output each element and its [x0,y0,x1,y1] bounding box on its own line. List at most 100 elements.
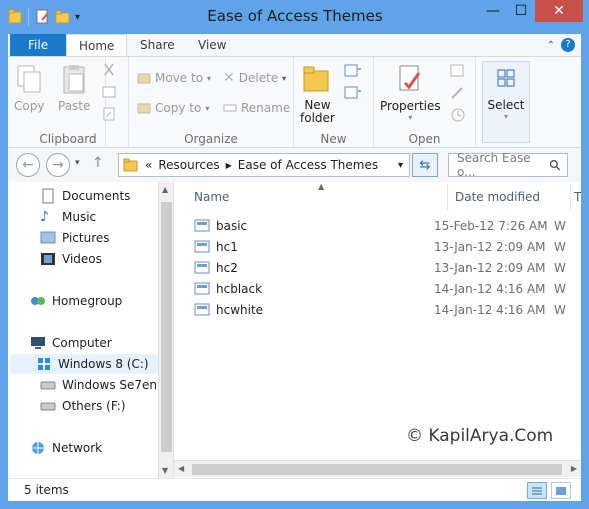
expand-ribbon-icon[interactable]: ⌃ [547,40,555,51]
file-name: hcwhite [216,303,264,317]
new-folder-button[interactable]: New folder [300,63,335,125]
open-icon[interactable] [450,63,466,79]
scroll-down-icon[interactable]: ▼ [162,466,168,475]
nav-pictures[interactable]: Pictures [40,228,110,248]
horizontal-scrollbar[interactable]: ◀ ▶ [174,460,581,477]
tab-home[interactable]: Home [66,34,128,57]
search-input[interactable]: Search Ease o... [448,151,568,179]
nav-drive-f[interactable]: Others (F:) [40,396,126,416]
qat-dropdown-icon[interactable]: ▾ [75,12,80,23]
theme-file-icon [194,261,210,274]
scroll-up-icon[interactable]: ▲ [162,185,168,194]
search-placeholder: Search Ease o... [457,151,531,179]
details-view-icon [532,487,542,494]
column-separator[interactable] [447,184,448,210]
large-icons-view-button[interactable] [551,482,571,499]
refresh-button[interactable]: ⇆ [412,153,438,177]
delete-button[interactable]: ✕ Delete ▾ [223,69,286,87]
column-separator[interactable] [570,184,571,210]
history-icon[interactable] [450,107,466,123]
delete-label: Delete [238,71,279,85]
properties-icon[interactable] [35,9,51,25]
move-to-button[interactable]: Move to ▾ [137,69,211,87]
file-row[interactable]: hc1 13-Jan-12 2:09 AM W [194,237,574,257]
nav-homegroup[interactable]: Homegroup [30,291,122,311]
back-button[interactable]: ← [16,153,40,177]
tab-file[interactable]: File [10,34,67,56]
edit-icon[interactable] [450,85,466,101]
properties-button[interactable]: Properties ▾ [380,63,441,122]
theme-file-icon [194,219,210,232]
minimize-button[interactable]: — [479,0,507,22]
nav-network[interactable]: Network [30,438,102,458]
nav-pictures-label: Pictures [62,231,110,245]
cut-icon[interactable] [102,63,116,77]
maximize-button[interactable]: ☐ [507,0,535,22]
scroll-left-icon[interactable]: ◀ [178,464,184,473]
paste-button[interactable]: Paste [58,63,90,113]
column-header-type[interactable]: T [574,184,581,210]
forward-button[interactable]: → [46,153,70,177]
copy-to-button[interactable]: Copy to ▾ [137,99,209,117]
nav-homegroup-label: Homegroup [52,294,123,308]
file-row[interactable]: hc2 13-Jan-12 2:09 AM W [194,258,574,278]
file-date: 14-Jan-12 4:16 AM [434,303,546,317]
nav-documents[interactable]: Documents [40,186,130,206]
nav-music[interactable]: ♪ Music [40,207,96,227]
file-row[interactable]: hcblack 14-Jan-12 4:16 AM W [194,279,574,299]
close-button[interactable]: ✕ [535,0,583,22]
new-item-icon[interactable] [344,63,362,79]
file-row[interactable]: basic 15-Feb-12 7:26 AM W [194,216,574,236]
documents-icon [42,188,54,204]
paste-shortcut-icon[interactable] [102,107,116,121]
folder-icon[interactable] [8,9,22,25]
help-icon[interactable]: ? [561,38,575,52]
tab-view[interactable]: View [186,34,238,56]
easy-access-icon[interactable] [344,85,362,101]
file-list: ▲ Name Date modified T basic 15-Feb-12 7… [174,182,581,478]
file-type: W [554,219,566,233]
delete-caret-icon: ▾ [282,73,287,83]
file-row[interactable]: hcwhite 14-Jan-12 4:16 AM W [194,300,574,320]
recent-locations-icon[interactable]: ▾ [75,158,80,168]
scroll-right-icon[interactable]: ▶ [571,464,577,473]
copy-path-icon[interactable] [102,85,116,99]
column-header-name[interactable]: Name [194,184,229,210]
nav-videos[interactable]: Videos [40,249,102,269]
file-name: hc1 [216,240,238,254]
move-to-icon [137,73,151,84]
move-to-caret-icon: ▾ [207,73,212,83]
open-group-label: Open [408,132,441,146]
up-arrow-icon[interactable]: ↑ [92,155,104,171]
tab-share[interactable]: Share [128,34,187,56]
theme-file-icon [194,303,210,316]
nav-computer-label: Computer [52,336,112,350]
nav-drive-d[interactable]: Windows Se7en (D [40,375,173,395]
file-name: basic [216,219,248,233]
nav-music-label: Music [62,210,97,224]
address-input[interactable]: « Resources ▶ Ease of Access Themes ▾ [118,153,410,177]
breadcrumb-current[interactable]: Ease of Access Themes [238,158,378,172]
column-header-date[interactable]: Date modified [455,184,540,210]
breadcrumb-overflow[interactable]: « [145,158,152,172]
status-bar: 5 items [8,478,581,501]
address-bar-row: ← → ▾ ↑ « Resources ▶ Ease of Access The… [8,148,581,182]
breadcrumb-chevron-icon[interactable]: ▶ [226,161,232,170]
copy-to-label: Copy to [155,101,202,115]
new-folder-label: New folder [300,98,335,125]
new-group-label: New [320,132,347,146]
breadcrumb-resources[interactable]: Resources [158,158,219,172]
nav-computer[interactable]: Computer [30,333,112,353]
sort-ascending-icon: ▲ [318,182,325,191]
select-button[interactable]: Select ▾ [482,61,530,143]
rename-button[interactable]: Rename [223,99,290,117]
nav-scrollbar-thumb[interactable] [161,202,172,452]
copy-button[interactable]: Copy [14,63,44,113]
horizontal-scrollbar-thumb[interactable] [192,464,562,475]
navigation-pane: Documents ♪ Music Pictures Videos Homegr… [8,182,174,478]
address-dropdown-icon[interactable]: ▾ [398,160,403,171]
details-view-button[interactable] [527,482,547,499]
nav-scrollbar[interactable]: ▲ ▼ [158,182,173,478]
nav-drive-c[interactable]: Windows 8 (C:) [10,354,158,374]
new-folder-icon[interactable] [55,9,71,25]
